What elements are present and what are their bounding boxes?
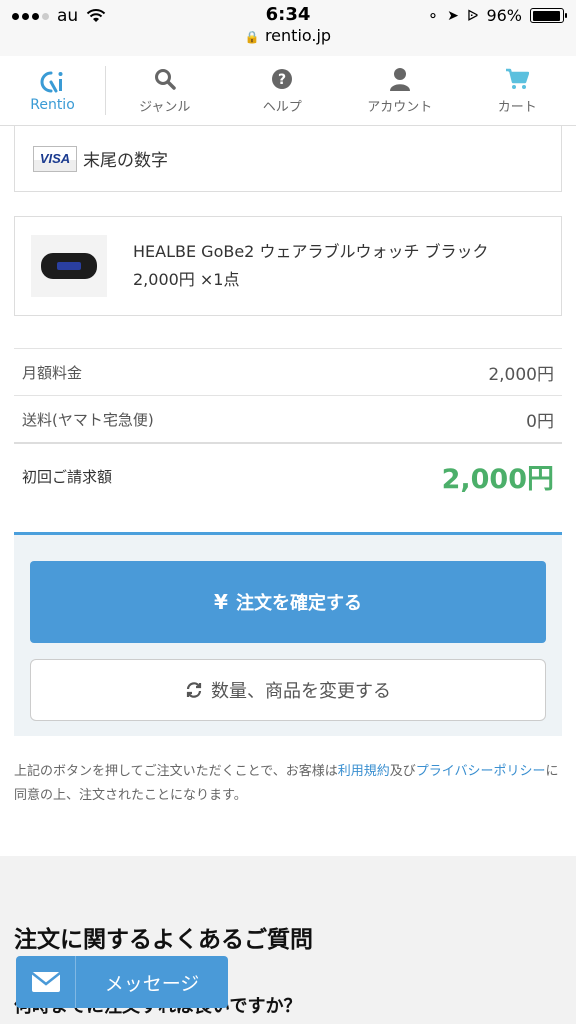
nav-cart-label: カート [497, 100, 537, 115]
battery-icon [530, 8, 567, 23]
envelope-icon [30, 972, 61, 992]
visa-logo: VISA [33, 145, 77, 172]
shipping-row: 送料(ヤマト宅急便) 0円 [14, 395, 562, 442]
yen-icon: ¥ [214, 590, 228, 614]
payment-method-card: VISA 末尾の数字 [14, 126, 562, 192]
notice-text-2: 及び [389, 764, 416, 779]
rentio-logo[interactable]: Rentio [0, 66, 106, 115]
notice-text-1: 上記のボタンを押してご注文いただくことで、お客様は [14, 764, 338, 779]
location-icon: ➤ [447, 7, 459, 24]
nav-genre[interactable]: ジャンル [106, 56, 224, 125]
search-icon [154, 69, 176, 90]
top-nav: Rentio ジャンル ? ヘルプ アカウント カート [0, 56, 576, 126]
monthly-fee-value: 2,000円 [488, 364, 554, 385]
message-button-label: メッセージ [104, 972, 200, 995]
orientation-lock-icon: ⚬ [426, 6, 440, 25]
order-actions: ¥ 注文を確定する 数量、商品を変更する [14, 532, 562, 736]
product-card: HEALBE GoBe2 ウェアラブルウォッチ ブラック 2,000円 ×1点 [14, 216, 562, 316]
card-number-label: 末尾の数字 [83, 151, 168, 171]
total-row: 初回ご請求額 2,000円 [14, 442, 562, 508]
shipping-label: 送料(ヤマト宅急便) [22, 410, 154, 429]
help-icon: ? [272, 69, 293, 89]
terms-link[interactable]: 利用規約 [338, 764, 390, 779]
url-text: rentio.jp [264, 26, 332, 45]
order-summary: 月額料金 2,000円 送料(ヤマト宅急便) 0円 初回ご請求額 2,000円 [14, 348, 562, 508]
change-order-label: 数量、商品を変更する [211, 681, 391, 702]
logo-text: Rentio [30, 96, 75, 113]
refresh-icon [186, 682, 202, 698]
nav-help[interactable]: ? ヘルプ [224, 56, 342, 125]
terms-notice: 上記のボタンを押してご注文いただくことで、お客様は利用規約及びプライバシーポリシ… [14, 760, 562, 808]
product-price-qty: 2,000円 ×1点 [133, 270, 240, 289]
nav-account-label: アカウント [367, 100, 433, 115]
nav-help-label: ヘルプ [262, 100, 302, 115]
bluetooth-icon: ᐉ [466, 6, 479, 25]
monthly-fee-row: 月額料金 2,000円 [14, 348, 562, 395]
product-name: HEALBE GoBe2 ウェアラブルウォッチ ブラック [133, 242, 489, 261]
confirm-order-label: 注文を確定する [235, 593, 362, 614]
nav-genre-label: ジャンル [139, 100, 191, 115]
status-bar: au 6:34 🔒 rentio.jp ⚬ ➤ ᐉ 96% [0, 0, 576, 56]
total-value: 2,000円 [441, 463, 554, 495]
account-icon [389, 68, 410, 91]
privacy-link[interactable]: プライバシーポリシー [416, 764, 546, 779]
faq-title: 注文に関するよくあるご質問 [14, 927, 313, 953]
change-order-button[interactable]: 数量、商品を変更する [30, 659, 546, 721]
svg-text:?: ? [278, 72, 286, 88]
logo-mark-icon [40, 71, 62, 92]
confirm-order-button[interactable]: ¥ 注文を確定する [30, 561, 546, 643]
url-bar[interactable]: 🔒 rentio.jp [0, 26, 576, 45]
cart-icon [506, 68, 530, 89]
nav-account[interactable]: アカウント [341, 56, 459, 125]
shipping-value: 0円 [526, 411, 554, 432]
battery-percent: 96% [486, 6, 522, 25]
message-button[interactable]: メッセージ [16, 956, 228, 1008]
nav-cart[interactable]: カート [459, 56, 576, 125]
product-image [31, 235, 107, 297]
lock-icon: 🔒 [244, 30, 260, 44]
total-label: 初回ご請求額 [22, 467, 113, 486]
status-right: ⚬ ➤ ᐉ 96% [426, 6, 567, 25]
monthly-fee-label: 月額料金 [22, 363, 83, 382]
